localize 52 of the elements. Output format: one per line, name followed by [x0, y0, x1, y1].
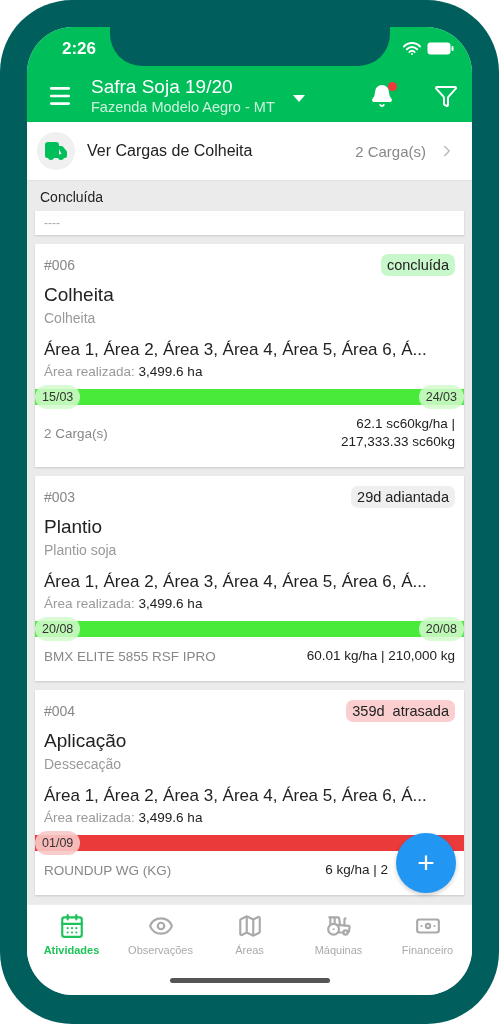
realized-area: Área realizada: 3,499.6 ha [44, 364, 455, 379]
tractor-icon [325, 913, 352, 939]
nav-tab[interactable]: Financeiro [383, 913, 472, 956]
footer-info: 2 Carga(s) [44, 425, 108, 441]
end-date: 24/03 [418, 385, 464, 409]
filter-icon[interactable] [434, 84, 458, 108]
dropdown-caret-icon[interactable] [292, 94, 305, 102]
realized-area: Área realizada: 3,499.6 ha [44, 810, 455, 825]
activity-number: #003 [44, 489, 76, 505]
nav-tab[interactable]: Áreas [205, 913, 294, 956]
crop-title[interactable]: Safra Soja 19/20 [91, 76, 275, 98]
yield-summary: 62.1 sc60kg/ha | 217,333.33 sc60kg [340, 415, 455, 451]
areas-list: Área 1, Área 2, Área 3, Área 4, Área 5, Área 6, Á... [44, 786, 455, 806]
activity-title: Colheita [44, 284, 115, 306]
wifi-icon [403, 42, 421, 55]
activity-title: Aplicação [44, 730, 128, 752]
status-time: 2:26 [62, 38, 97, 59]
activity-number: #006 [44, 257, 76, 273]
start-date: 15/03 [35, 385, 81, 409]
activity-subtitle: Plantio soja [44, 542, 118, 558]
activity-subtitle: Dessecação [44, 756, 123, 772]
start-date: 01/09 [35, 831, 81, 855]
status-badge: 29d adiantada [351, 486, 455, 508]
yield-summary: 60.01 kg/ha | 210,000 kg [306, 647, 455, 665]
activity-number: #004 [44, 703, 76, 719]
footer-info: BMX ELITE 5855 RSF IPRO [44, 648, 216, 664]
footer-info: ROUNDUP WG (KG) [44, 862, 172, 878]
nav-tab[interactable]: Atividades [27, 913, 116, 956]
harvest-loads-row[interactable]: Ver Cargas de Colheita 2 Carga(s) [27, 122, 472, 181]
notification-dot [388, 82, 397, 91]
status-badge: concluída [380, 254, 455, 276]
farm-subtitle[interactable]: Fazenda Modelo Aegro - MT [91, 98, 275, 116]
notification-bell-icon[interactable] [370, 84, 394, 108]
calendar-icon [58, 913, 85, 939]
areas-list: Área 1, Área 2, Área 3, Área 4, Área 5, Área 6, Á... [44, 340, 455, 360]
end-date: 20/08 [418, 617, 464, 641]
section-title: Concluída [39, 188, 105, 207]
areas-list: Área 1, Área 2, Área 3, Área 4, Área 5, Área 6, Á... [44, 572, 455, 592]
status-badge: 359d atrasada [346, 700, 455, 722]
map-icon [236, 913, 263, 939]
realized-area: Área realizada: 3,499.6 ha [44, 596, 455, 611]
activity-card[interactable]: ---- [35, 211, 464, 235]
battery-icon [427, 42, 454, 55]
nav-tab[interactable]: Máquinas [294, 913, 383, 956]
nav-tab[interactable]: Observações [116, 913, 205, 956]
activity-subtitle: Colheita [44, 310, 97, 326]
yield-summary: 6 kg/ha | 2 [325, 861, 388, 879]
activity-title: Plantio [44, 516, 104, 538]
activity-card[interactable]: #006 concluída Colheita Colheita Área 1, Área 2, Área 3, Área 4, Área 5, Área 6, Á... Área realizada: 3,499.6 ha 15/03 24/03 2 Carga(s) 62.1 sc60kg/ha | 217,333.33 sc60kg [35, 244, 464, 467]
start-date: 20/08 [35, 617, 81, 641]
truck-icon [37, 132, 75, 170]
activity-card[interactable]: #003 29d adiantada Plantio Plantio soja Área 1, Área 2, Área 3, Área 4, Área 5, Área 6, Á... Área realizada: 3,499.6 ha 20/08 20/08 BMX ELITE 5855 RSF IPRO 60.01 kg/ha | 210,000 kg [35, 476, 464, 681]
